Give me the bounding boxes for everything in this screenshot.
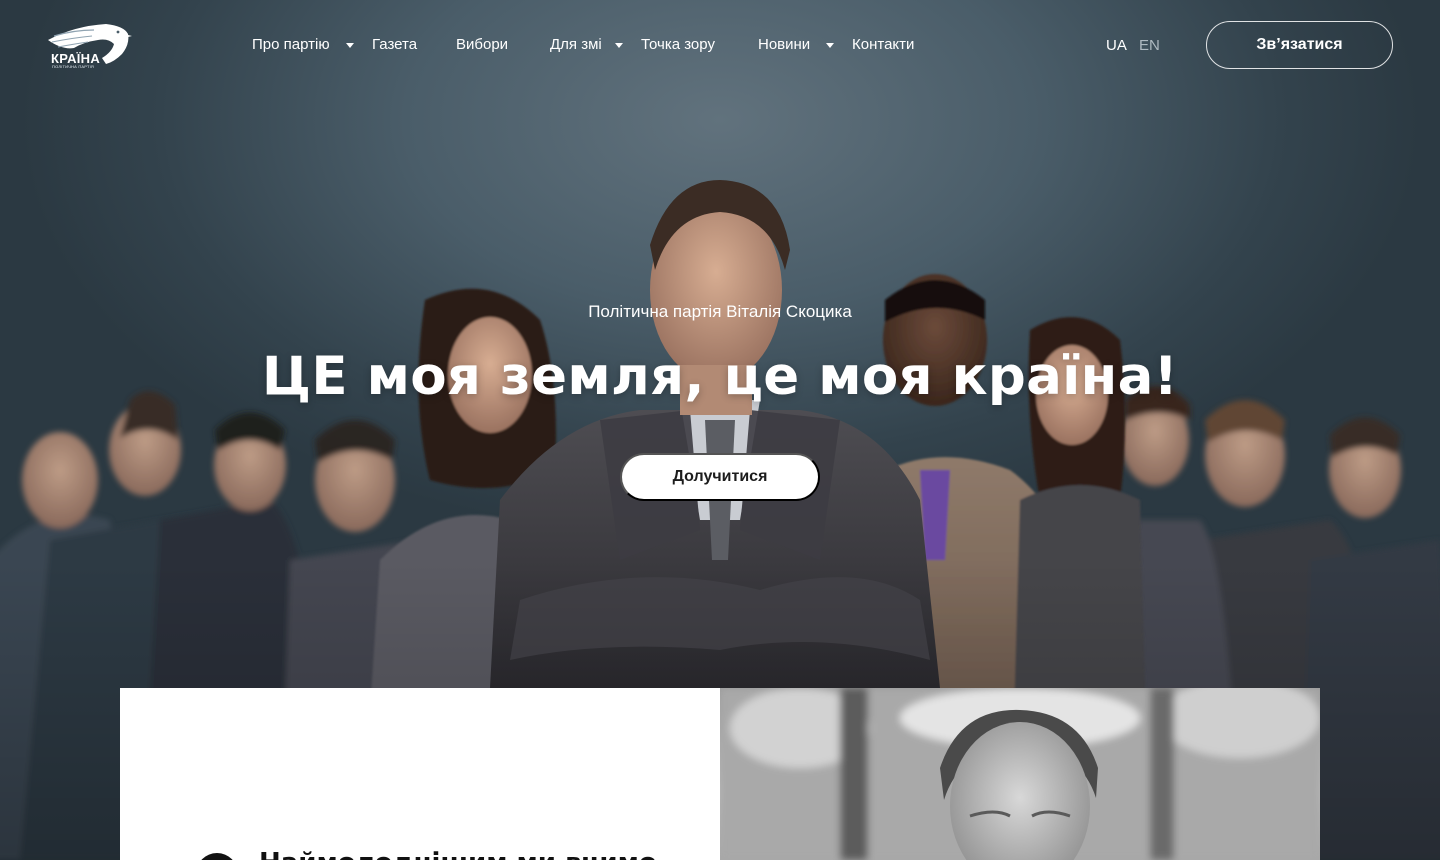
nav-item-label: Газета [372,36,418,53]
nav-item-elections[interactable]: Вибори [456,35,508,55]
nav-item-label: Про партію [252,36,330,53]
nav-item-media[interactable]: Для змі [550,35,602,55]
nav-item-label: Точка зору [641,36,715,53]
leader-photo [720,688,1320,860]
chevron-down-icon[interactable] [826,43,834,48]
nav-item-contacts[interactable]: Контакти [852,35,914,55]
nav-item-newspaper[interactable]: Газета [372,35,417,55]
logo-subtitle: ПОЛІТИЧНА ПАРТІЯ [52,64,95,69]
leader-portrait-image [720,688,1320,860]
lang-switch-ua[interactable]: UA [1106,36,1127,56]
chevron-down-icon[interactable] [346,43,354,48]
nav-item-label: Вибори [456,36,509,53]
nav-item-label: Контакти [852,36,915,53]
card-heading: Наймолоднішим ми вчимо [259,848,699,860]
contact-button[interactable]: Зв’язатися [1206,21,1393,69]
nav-item-label: Для змі [550,36,602,53]
info-card [120,688,720,860]
join-button[interactable]: Долучитися [620,453,820,501]
hero-title: ЦЕ моя земля, це моя країна! [261,346,1179,407]
chevron-down-icon[interactable] [615,43,623,48]
nav-item-point-of-view[interactable]: Точка зору [641,35,715,55]
lang-switch-en[interactable]: EN [1139,36,1160,56]
nav-item-about-party[interactable]: Про партію [252,35,330,55]
nav-item-news[interactable]: Новини [758,35,810,55]
logo[interactable]: КРАЇНА ПОЛІТИЧНА ПАРТІЯ [44,20,132,70]
site-header: КРАЇНА ПОЛІТИЧНА ПАРТІЯ Про партію Газет… [0,0,1440,90]
hero-subtitle: Політична партія Віталія Скоцика [588,302,852,321]
nav-item-label: Новини [758,36,811,53]
